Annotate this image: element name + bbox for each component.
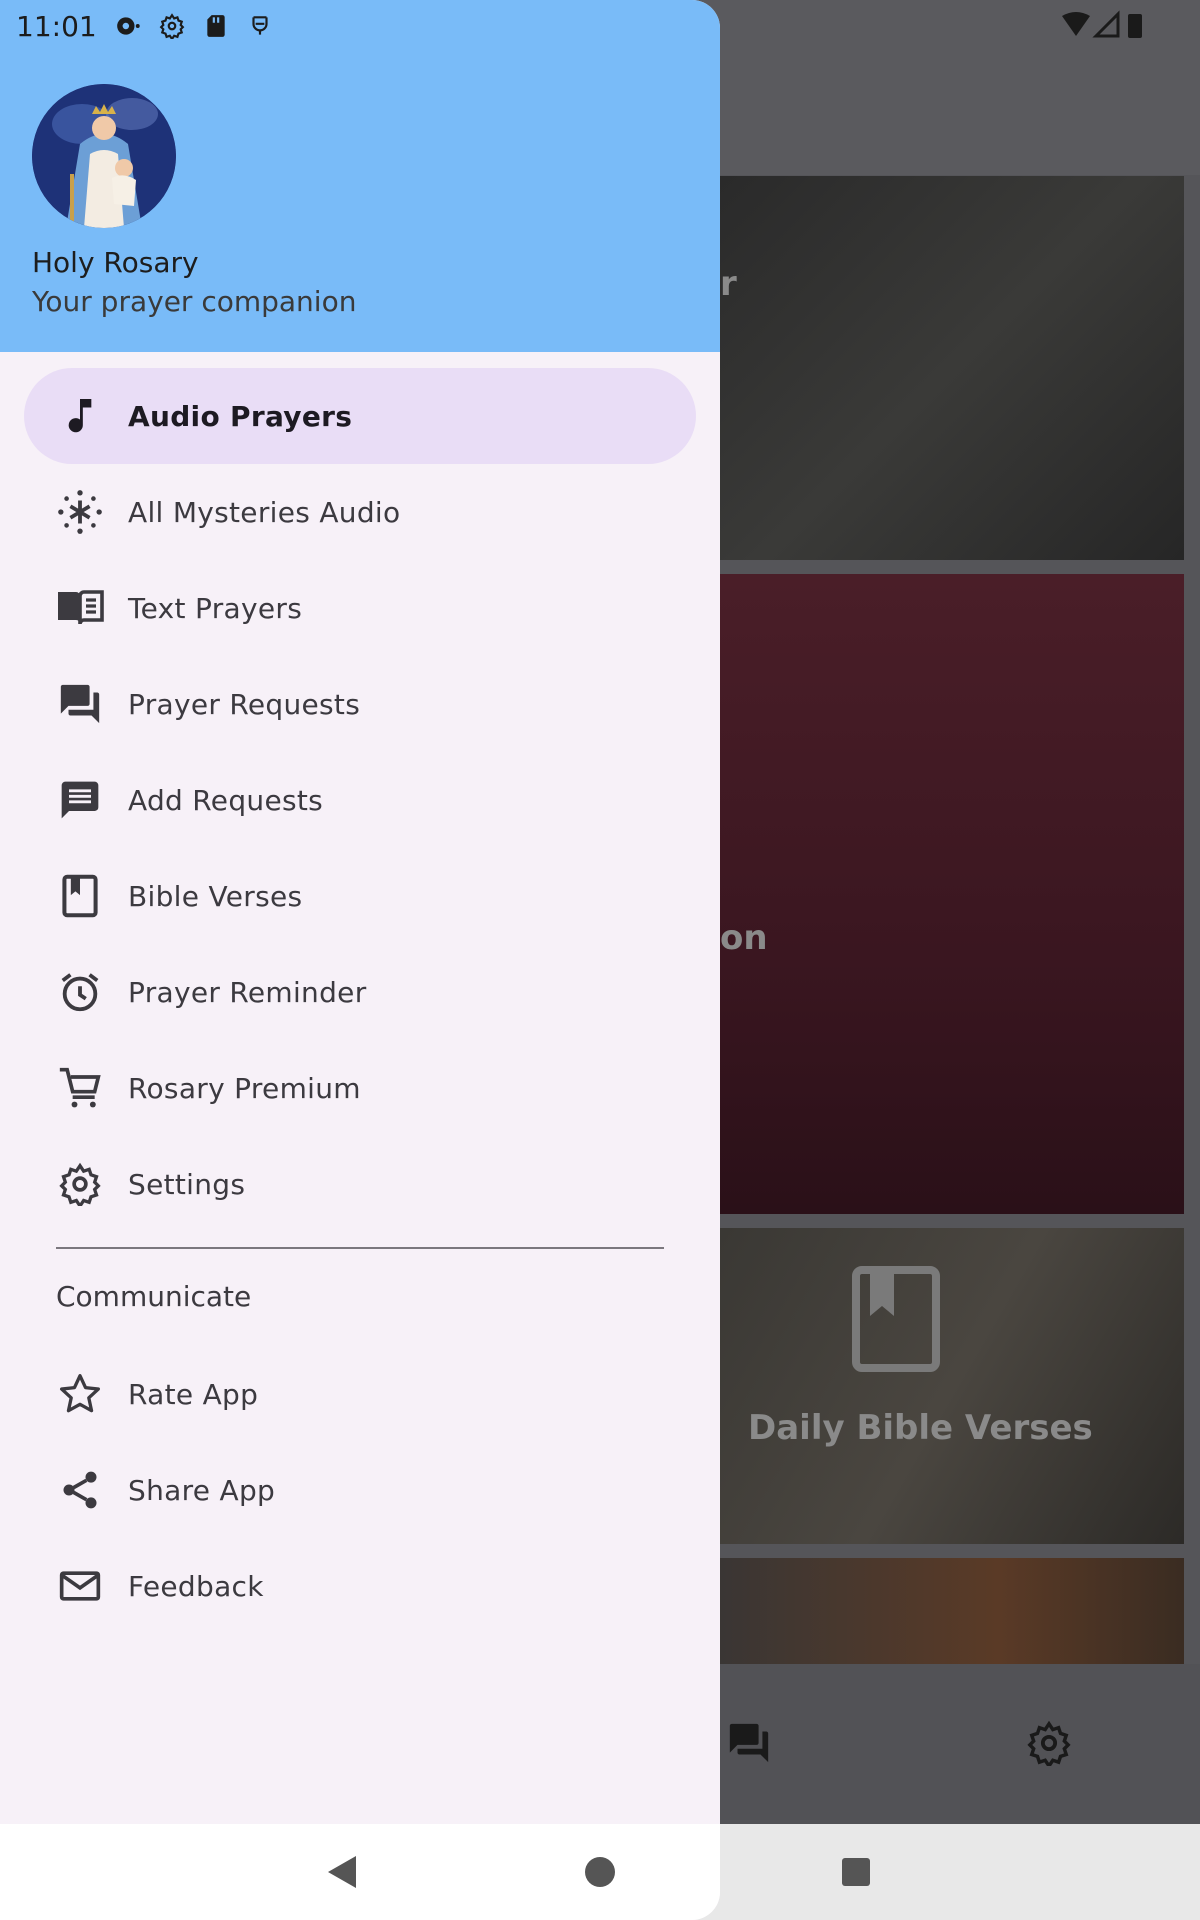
- recents-icon[interactable]: [840, 1856, 872, 1888]
- app-subtitle: Your prayer companion: [32, 285, 357, 318]
- menu-item-label: Bible Verses: [128, 879, 303, 913]
- star-icon: [56, 1370, 104, 1418]
- card1-fragment: r: [720, 264, 737, 304]
- menu-item-prayer-reminder[interactable]: Prayer Reminder: [24, 944, 696, 1040]
- menu-item-label: Add Requests: [128, 783, 324, 817]
- music-note-icon: [56, 392, 104, 440]
- sd-card-icon: [207, 15, 225, 37]
- forum-icon: [56, 680, 104, 728]
- bookmark-book-icon: [56, 872, 104, 920]
- bookmark-book-icon-large: [852, 1266, 940, 1372]
- menu-item-prayer-requests[interactable]: Prayer Requests: [24, 656, 696, 752]
- drawer-header: 11:01 Holy Rosary Your prayer companion: [0, 0, 720, 352]
- gear-status-icon: [159, 13, 185, 39]
- book-open-icon: [56, 584, 104, 632]
- section-title-communicate: Communicate: [56, 1280, 252, 1313]
- system-navbar: [0, 1824, 720, 1920]
- wifi-icon: [1062, 12, 1090, 36]
- card3-title: Daily Bible Verses: [748, 1408, 1093, 1448]
- app-avatar: [32, 84, 176, 228]
- menu-item-feedback[interactable]: Feedback: [24, 1538, 696, 1634]
- menu-item-label: Prayer Requests: [128, 687, 361, 721]
- signal-icon: [1092, 10, 1120, 38]
- background-card-4: [720, 1558, 1184, 1664]
- menu-item-add-requests[interactable]: Add Requests: [24, 752, 696, 848]
- forum-icon-bg: [729, 1723, 769, 1763]
- communicate-menu: Rate App Share App Feedback: [0, 1346, 720, 1634]
- mail-icon: [56, 1562, 104, 1610]
- vpn-icon: [252, 16, 268, 35]
- menu-item-rate-app[interactable]: Rate App: [24, 1346, 696, 1442]
- status-icons-right: [1060, 10, 1150, 47]
- app-name: Holy Rosary: [32, 246, 199, 279]
- back-icon[interactable]: [326, 1854, 358, 1890]
- menu-item-label: Rate App: [128, 1377, 259, 1411]
- menu-item-label: Audio Prayers: [128, 399, 353, 433]
- home-icon[interactable]: [584, 1856, 616, 1888]
- sparkle-icon: [56, 488, 104, 536]
- background-card-1: r: [720, 176, 1184, 560]
- menu-item-settings[interactable]: Settings: [24, 1136, 696, 1232]
- record-icon: [116, 17, 140, 35]
- cart-icon: [56, 1064, 104, 1112]
- card2-fragment: on: [720, 918, 768, 958]
- alarm-icon: [56, 968, 104, 1016]
- battery-icon: [1128, 14, 1142, 38]
- menu-item-share-app[interactable]: Share App: [24, 1442, 696, 1538]
- menu-item-label: Text Prayers: [128, 591, 303, 625]
- menu-item-text-prayers[interactable]: Text Prayers: [24, 560, 696, 656]
- menu-item-all-mysteries-audio[interactable]: All Mysteries Audio: [24, 464, 696, 560]
- background-card-2: on: [720, 574, 1184, 1214]
- navigation-drawer: 11:01 Holy Rosary Your prayer companion: [0, 0, 720, 1920]
- share-icon: [56, 1466, 104, 1514]
- menu-divider: [56, 1247, 664, 1249]
- message-icon: [56, 776, 104, 824]
- menu-item-label: Feedback: [128, 1569, 264, 1603]
- menu-item-label: Share App: [128, 1473, 276, 1507]
- status-time: 11:01: [16, 9, 97, 43]
- gear-icon-bg: [1027, 1720, 1071, 1766]
- gear-icon: [56, 1160, 104, 1208]
- background-card-3: Daily Bible Verses: [720, 1228, 1184, 1544]
- menu-item-label: Prayer Reminder: [128, 975, 367, 1009]
- menu-item-label: Rosary Premium: [128, 1071, 361, 1105]
- drawer-menu: Audio Prayers All Mysteries Audio Text P…: [0, 368, 720, 1232]
- menu-item-label: Settings: [128, 1167, 246, 1201]
- menu-item-bible-verses[interactable]: Bible Verses: [24, 848, 696, 944]
- menu-item-audio-prayers[interactable]: Audio Prayers: [24, 368, 696, 464]
- menu-item-label: All Mysteries Audio: [128, 495, 401, 529]
- status-bar: 11:01: [16, 6, 273, 46]
- menu-item-rosary-premium[interactable]: Rosary Premium: [24, 1040, 696, 1136]
